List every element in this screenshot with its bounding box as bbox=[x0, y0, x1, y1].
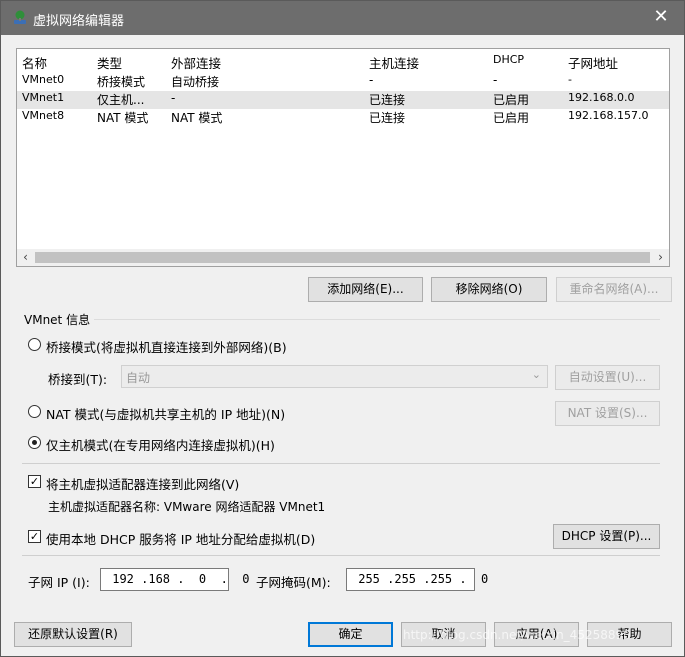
scroll-left-icon[interactable]: ‹ bbox=[17, 249, 34, 266]
cell-type: 桥接模式 bbox=[97, 75, 146, 89]
header-dhcp[interactable]: DHCP bbox=[493, 53, 563, 66]
bridged-mode-radio[interactable] bbox=[28, 338, 41, 351]
header-subnet[interactable]: 子网地址 bbox=[568, 53, 668, 72]
header-external[interactable]: 外部连接 bbox=[171, 53, 361, 72]
close-icon[interactable]: ✕ bbox=[638, 1, 684, 35]
remove-network-button[interactable]: 移除网络(O) bbox=[431, 277, 547, 302]
bridged-to-dropdown[interactable]: 自动 ⌄ bbox=[121, 365, 548, 388]
header-host[interactable]: 主机连接 bbox=[369, 53, 489, 72]
title-bar: 虚拟网络编辑器 ✕ bbox=[1, 1, 684, 35]
network-app-icon bbox=[14, 10, 26, 24]
connect-adapter-label[interactable]: 将主机虚拟适配器连接到此网络(V) bbox=[46, 474, 239, 493]
nat-mode-label[interactable]: NAT 模式(与虚拟机共享主机的 IP 地址)(N) bbox=[46, 404, 285, 423]
cell-dhcp: 已启用 bbox=[493, 93, 530, 107]
section-divider bbox=[22, 555, 660, 556]
cell-name: VMnet0 bbox=[22, 73, 65, 86]
section-divider bbox=[22, 463, 660, 464]
group-divider bbox=[94, 319, 660, 320]
cell-external: - bbox=[171, 91, 176, 105]
cell-external: NAT 模式 bbox=[171, 111, 223, 125]
adapter-name-text: 主机虚拟适配器名称: VMware 网络适配器 VMnet1 bbox=[48, 500, 326, 514]
header-name[interactable]: 名称 bbox=[22, 53, 94, 72]
cell-dhcp: - bbox=[493, 73, 498, 87]
vmnet-info-group-label: VMnet 信息 bbox=[22, 311, 93, 328]
host-only-mode-radio[interactable] bbox=[28, 436, 41, 449]
cell-type: NAT 模式 bbox=[97, 111, 149, 125]
bridged-mode-label[interactable]: 桥接模式(将虚拟机直接连接到外部网络)(B) bbox=[46, 337, 287, 356]
rename-network-button[interactable]: 重命名网络(A)... bbox=[556, 277, 672, 302]
restore-defaults-button[interactable]: 还原默认设置(R) bbox=[14, 622, 132, 647]
cell-type: 仅主机... bbox=[97, 93, 145, 107]
header-type[interactable]: 类型 bbox=[97, 53, 169, 72]
auto-settings-button[interactable]: 自动设置(U)... bbox=[555, 365, 660, 390]
use-dhcp-label[interactable]: 使用本地 DHCP 服务将 IP 地址分配给虚拟机(D) bbox=[46, 529, 315, 548]
virtual-network-editor-window: 虚拟网络编辑器 ✕ 名称 类型 外部连接 主机连接 DHCP 子网地址 VMne… bbox=[0, 0, 685, 657]
window-title: 虚拟网络编辑器 bbox=[33, 14, 125, 29]
connect-adapter-checkbox[interactable]: ✓ bbox=[28, 475, 41, 488]
nat-mode-radio[interactable] bbox=[28, 405, 41, 418]
cell-host: 已连接 bbox=[369, 93, 406, 107]
use-dhcp-checkbox[interactable]: ✓ bbox=[28, 530, 41, 543]
subnet-ip-label: 子网 IP (I): bbox=[28, 575, 90, 590]
table-row[interactable]: VMnet0 桥接模式 自动桥接 - - - bbox=[17, 73, 669, 91]
cell-host: - bbox=[369, 73, 374, 87]
chevron-down-icon: ⌄ bbox=[531, 368, 541, 381]
horizontal-scrollbar[interactable]: ‹ › bbox=[17, 249, 669, 266]
add-network-button[interactable]: 添加网络(E)... bbox=[308, 277, 423, 302]
bridged-to-value: 自动 bbox=[126, 371, 151, 385]
cell-subnet: 192.168.157.0 bbox=[568, 109, 649, 122]
cell-external: 自动桥接 bbox=[171, 75, 220, 89]
cell-dhcp: 已启用 bbox=[493, 111, 530, 125]
cell-name: VMnet8 bbox=[22, 109, 65, 122]
cell-subnet: - bbox=[568, 73, 572, 86]
subnet-ip-field[interactable]: 192 .168 . 0 . 0 bbox=[100, 568, 250, 591]
table-row-selected[interactable]: VMnet1 仅主机... - 已连接 已启用 192.168.0.0 bbox=[17, 91, 669, 109]
watermark-text: http://blog.csdn.net/weixin_45258890 bbox=[403, 628, 631, 642]
ok-button[interactable]: 确定 bbox=[308, 622, 393, 647]
host-only-mode-label[interactable]: 仅主机模式(在专用网络内连接虚拟机)(H) bbox=[46, 435, 275, 454]
dhcp-settings-button[interactable]: DHCP 设置(P)... bbox=[553, 524, 660, 549]
cell-subnet: 192.168.0.0 bbox=[568, 91, 635, 104]
scroll-right-icon[interactable]: › bbox=[652, 249, 669, 266]
subnet-mask-label: 子网掩码(M): bbox=[256, 575, 331, 590]
scroll-thumb[interactable] bbox=[35, 252, 650, 263]
cell-host: 已连接 bbox=[369, 111, 406, 125]
table-row[interactable]: VMnet8 NAT 模式 NAT 模式 已连接 已启用 192.168.157… bbox=[17, 109, 669, 127]
nat-settings-button[interactable]: NAT 设置(S)... bbox=[555, 401, 660, 426]
cell-name: VMnet1 bbox=[22, 91, 65, 104]
bridged-to-label: 桥接到(T): bbox=[48, 372, 108, 387]
table-header: 名称 类型 外部连接 主机连接 DHCP 子网地址 bbox=[17, 53, 669, 71]
network-table[interactable]: 名称 类型 外部连接 主机连接 DHCP 子网地址 VMnet0 桥接模式 自动… bbox=[16, 48, 670, 267]
subnet-mask-field[interactable]: 255 .255 .255 . 0 bbox=[346, 568, 488, 591]
